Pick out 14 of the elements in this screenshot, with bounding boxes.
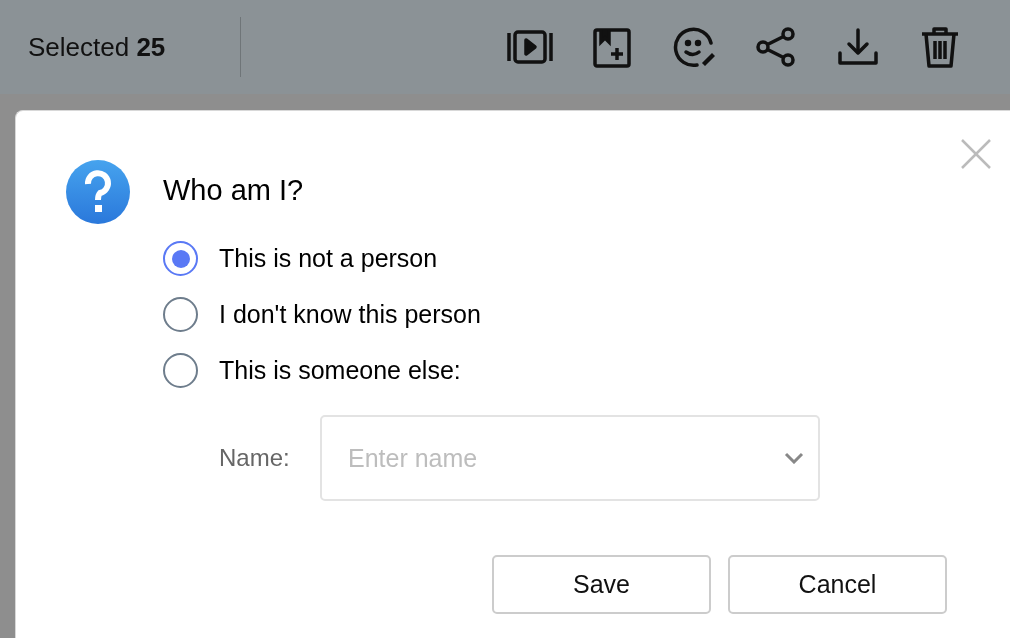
dialog-button[interactable]: Save: [492, 555, 711, 614]
selection-count: Selected 25: [28, 30, 167, 64]
name-label: Name:: [219, 443, 291, 473]
radio-button[interactable]: [163, 353, 198, 388]
dialog-title: Who am I?: [163, 173, 305, 207]
radio-button[interactable]: [163, 241, 198, 276]
question-icon: [66, 160, 130, 224]
radio-option[interactable]: This is not a person: [163, 241, 481, 276]
name-dropdown[interactable]: Enter name: [320, 415, 820, 501]
dialog-button[interactable]: Cancel: [728, 555, 947, 614]
radio-option[interactable]: This is someone else:: [163, 353, 481, 388]
radio-button[interactable]: [163, 297, 198, 332]
chevron-down-icon: [784, 452, 804, 464]
radio-option[interactable]: I don't know this person: [163, 297, 481, 332]
